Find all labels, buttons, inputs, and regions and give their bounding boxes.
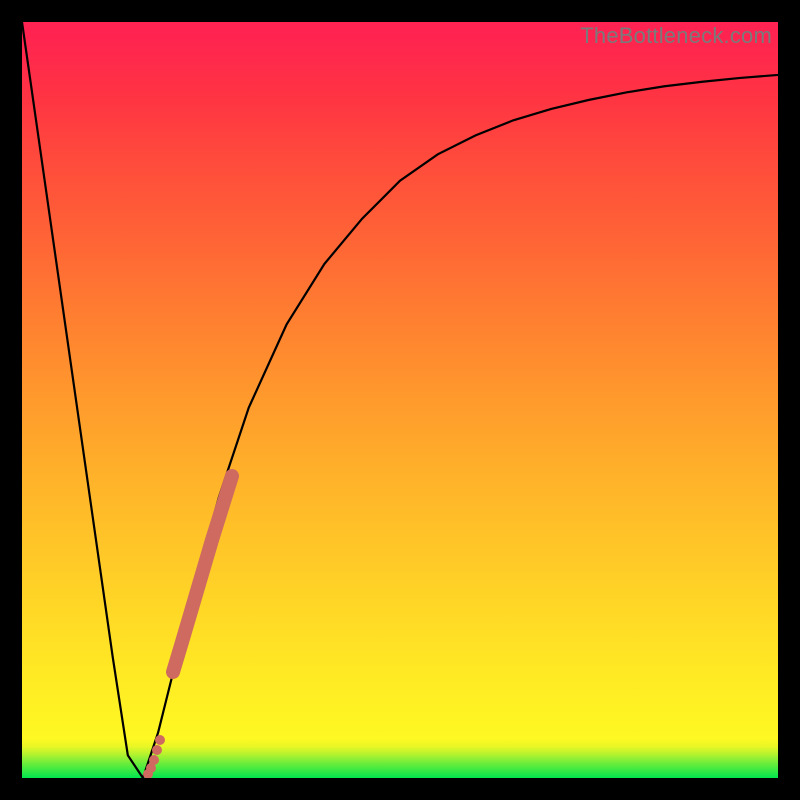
bottleneck-curve [22,22,778,778]
curve-path [22,22,778,778]
highlight-segment [173,476,232,672]
chart-frame: TheBottleneck.com [0,0,800,800]
plot-area: TheBottleneck.com [22,22,778,778]
